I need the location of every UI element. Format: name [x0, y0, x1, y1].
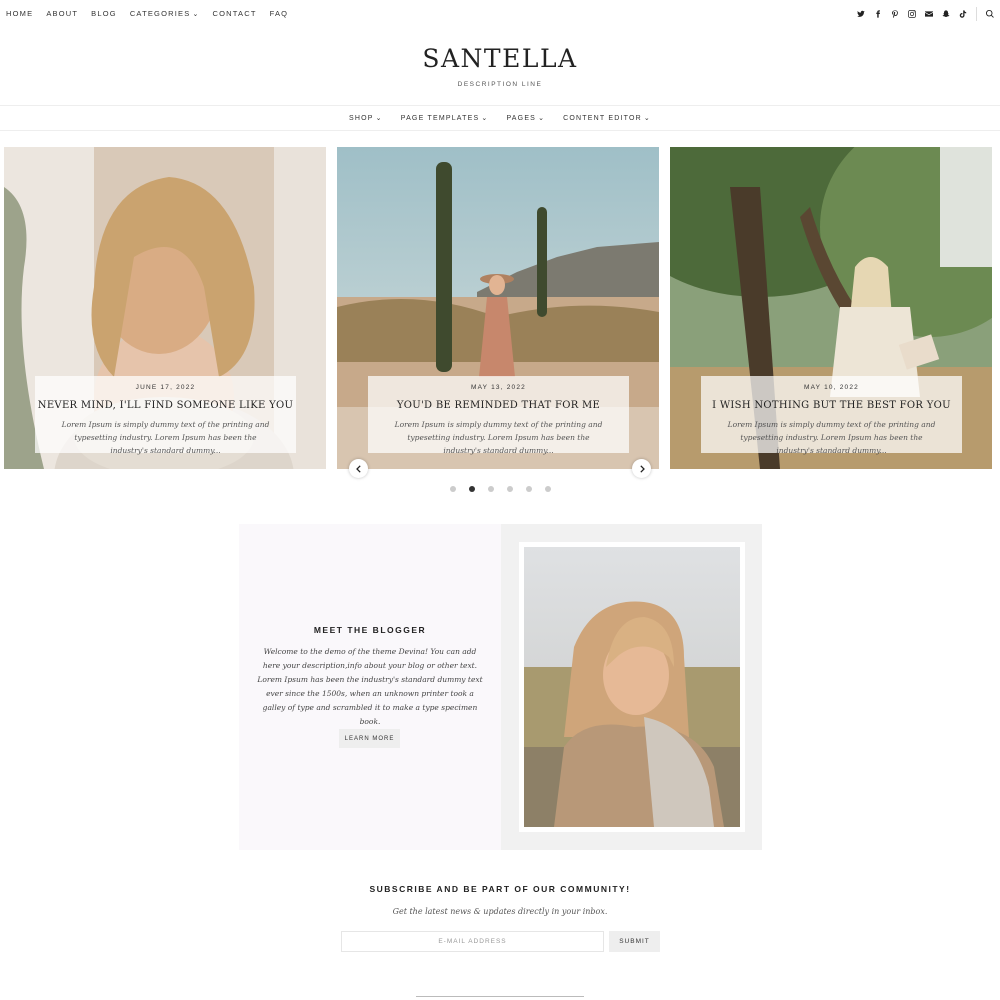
twitter-icon[interactable]	[852, 7, 869, 21]
about-photo-panel	[501, 524, 762, 850]
slider-next-button[interactable]	[632, 459, 651, 478]
nav-home[interactable]: HOME	[6, 9, 33, 18]
slide[interactable]: MAY 13, 2022 YOU'D BE REMINDED THAT FOR …	[337, 147, 659, 469]
slider-dot[interactable]	[450, 486, 456, 492]
chevron-down-icon: ⌄	[643, 115, 651, 122]
slide-date: JUNE 17, 2022	[135, 384, 196, 391]
site-tagline: DESCRIPTION LINE	[457, 81, 543, 88]
slide-excerpt: Lorem Ipsum is simply dummy text of the …	[61, 420, 270, 455]
footer-divider	[416, 996, 584, 1000]
subscribe-title: SUBSCRIBE AND BE PART OF OUR COMMUNITY!	[369, 884, 631, 894]
slide-excerpt: Lorem Ipsum is simply dummy text of the …	[394, 420, 603, 455]
featured-slider: JUNE 17, 2022 NEVER MIND, I'LL FIND SOME…	[4, 147, 994, 469]
slide-excerpt: Lorem Ipsum is simply dummy text of the …	[727, 420, 936, 455]
nav-categories-label: CATEGORIES	[129, 9, 191, 18]
slider-dot-active[interactable]	[469, 486, 475, 492]
nav-categories[interactable]: CATEGORIES ⌄	[130, 9, 200, 18]
tiktok-icon[interactable]	[954, 7, 971, 21]
nav-blog[interactable]: BLOG	[91, 9, 117, 18]
slide-date: MAY 13, 2022	[471, 384, 526, 391]
nav-pages-label: PAGES	[506, 115, 537, 122]
nav-pages[interactable]: PAGES ⌄	[506, 114, 545, 122]
main-nav: SHOP ⌄ PAGE TEMPLATES ⌄ PAGES ⌄ CONTENT EDI…	[0, 105, 1000, 131]
nav-about[interactable]: ABOUT	[46, 9, 78, 18]
nav-shop[interactable]: SHOP ⌄	[349, 114, 383, 122]
slide-title[interactable]: I WISH NOTHING BUT THE BEST FOR YOU	[701, 400, 962, 411]
blogger-photo	[524, 547, 740, 827]
social-links	[852, 7, 996, 21]
top-nav: HOME ABOUT BLOG CATEGORIES ⌄ CONTACT FAQ	[6, 9, 301, 18]
about-title: MEET THE BLOGGER	[313, 625, 427, 635]
chevron-down-icon: ⌄	[375, 115, 383, 122]
instagram-icon[interactable]	[903, 7, 920, 21]
nav-content-editor[interactable]: CONTENT EDITOR ⌄	[563, 114, 651, 122]
snapchat-icon[interactable]	[937, 7, 954, 21]
slide[interactable]: MAY 10, 2022 I WISH NOTHING BUT THE BEST…	[670, 147, 992, 469]
site-title[interactable]: SANTELLA	[0, 44, 1000, 73]
slide-card[interactable]: MAY 10, 2022 I WISH NOTHING BUT THE BEST…	[701, 376, 962, 455]
about-description: Welcome to the demo of the theme Devina!…	[257, 647, 483, 726]
learn-more-button[interactable]: LEARN MORE	[339, 729, 400, 748]
slider-dot[interactable]	[545, 486, 551, 492]
blogger-photo-frame	[519, 542, 745, 832]
slider-dot[interactable]	[526, 486, 532, 492]
slider-prev-button[interactable]	[349, 459, 368, 478]
slide-card[interactable]: JUNE 17, 2022 NEVER MIND, I'LL FIND SOME…	[35, 376, 296, 455]
subscribe-description: Get the latest news & updates directly i…	[392, 907, 608, 916]
slider-pagination	[450, 486, 564, 492]
chevron-down-icon: ⌄	[192, 11, 200, 18]
nav-faq[interactable]: FAQ	[270, 9, 289, 18]
slide-date: MAY 10, 2022	[804, 384, 859, 391]
nav-shop-label: SHOP	[349, 115, 374, 122]
email-icon[interactable]	[920, 7, 937, 21]
nav-page-templates-label: PAGE TEMPLATES	[400, 115, 480, 122]
slide-card[interactable]: MAY 13, 2022 YOU'D BE REMINDED THAT FOR …	[368, 376, 629, 455]
slide-title[interactable]: YOU'D BE REMINDED THAT FOR ME	[368, 400, 629, 411]
email-field[interactable]	[341, 931, 604, 952]
nav-content-editor-label: CONTENT EDITOR	[563, 115, 642, 122]
nav-page-templates[interactable]: PAGE TEMPLATES ⌄	[401, 114, 489, 122]
search-icon[interactable]	[976, 7, 996, 21]
facebook-icon[interactable]	[869, 7, 886, 21]
about-section: MEET THE BLOGGER Welcome to the demo of …	[239, 524, 762, 850]
nav-contact[interactable]: CONTACT	[213, 9, 257, 18]
slider-dot[interactable]	[507, 486, 513, 492]
slide[interactable]: JUNE 17, 2022 NEVER MIND, I'LL FIND SOME…	[4, 147, 326, 469]
top-bar: HOME ABOUT BLOG CATEGORIES ⌄ CONTACT FAQ	[0, 0, 1000, 28]
chevron-left-icon	[355, 464, 361, 473]
chevron-right-icon	[639, 464, 645, 473]
slider-dot[interactable]	[488, 486, 494, 492]
chevron-down-icon: ⌄	[481, 115, 489, 122]
submit-button[interactable]: SUBMIT	[609, 931, 660, 952]
about-text-panel: MEET THE BLOGGER Welcome to the demo of …	[239, 524, 501, 850]
slide-title[interactable]: NEVER MIND, I'LL FIND SOMEONE LIKE YOU	[35, 400, 296, 411]
pinterest-icon[interactable]	[886, 7, 903, 21]
chevron-down-icon: ⌄	[538, 115, 546, 122]
